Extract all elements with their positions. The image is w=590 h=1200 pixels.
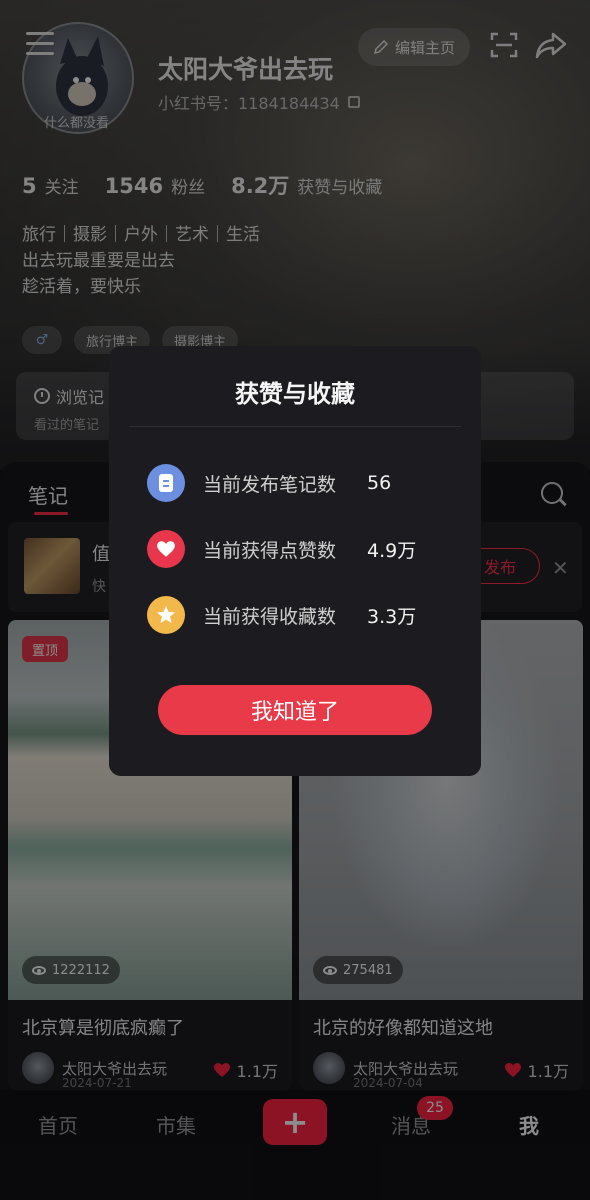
note-icon bbox=[147, 464, 185, 502]
dialog-title: 获赞与收藏 bbox=[235, 380, 355, 408]
row-value: 56 bbox=[367, 472, 392, 494]
likes-collections-dialog: 获赞与收藏 当前发布笔记数 56 当前获得点赞数 4.9万 当前获得收藏数 3.… bbox=[109, 346, 481, 776]
row-label: 当前发布笔记数 bbox=[203, 473, 337, 496]
row-value: 3.3万 bbox=[367, 605, 417, 628]
star-icon bbox=[147, 596, 185, 634]
likes-received-row: 当前获得点赞数 4.9万 bbox=[147, 530, 457, 568]
got-it-button[interactable]: 我知道了 bbox=[158, 685, 432, 735]
row-label: 当前获得收藏数 bbox=[203, 605, 337, 628]
published-notes-row: 当前发布笔记数 56 bbox=[147, 464, 457, 502]
row-label: 当前获得点赞数 bbox=[203, 539, 337, 562]
heart-icon bbox=[147, 530, 185, 568]
collections-received-row: 当前获得收藏数 3.3万 bbox=[147, 596, 457, 634]
row-value: 4.9万 bbox=[367, 539, 417, 562]
dialog-divider bbox=[129, 426, 461, 427]
